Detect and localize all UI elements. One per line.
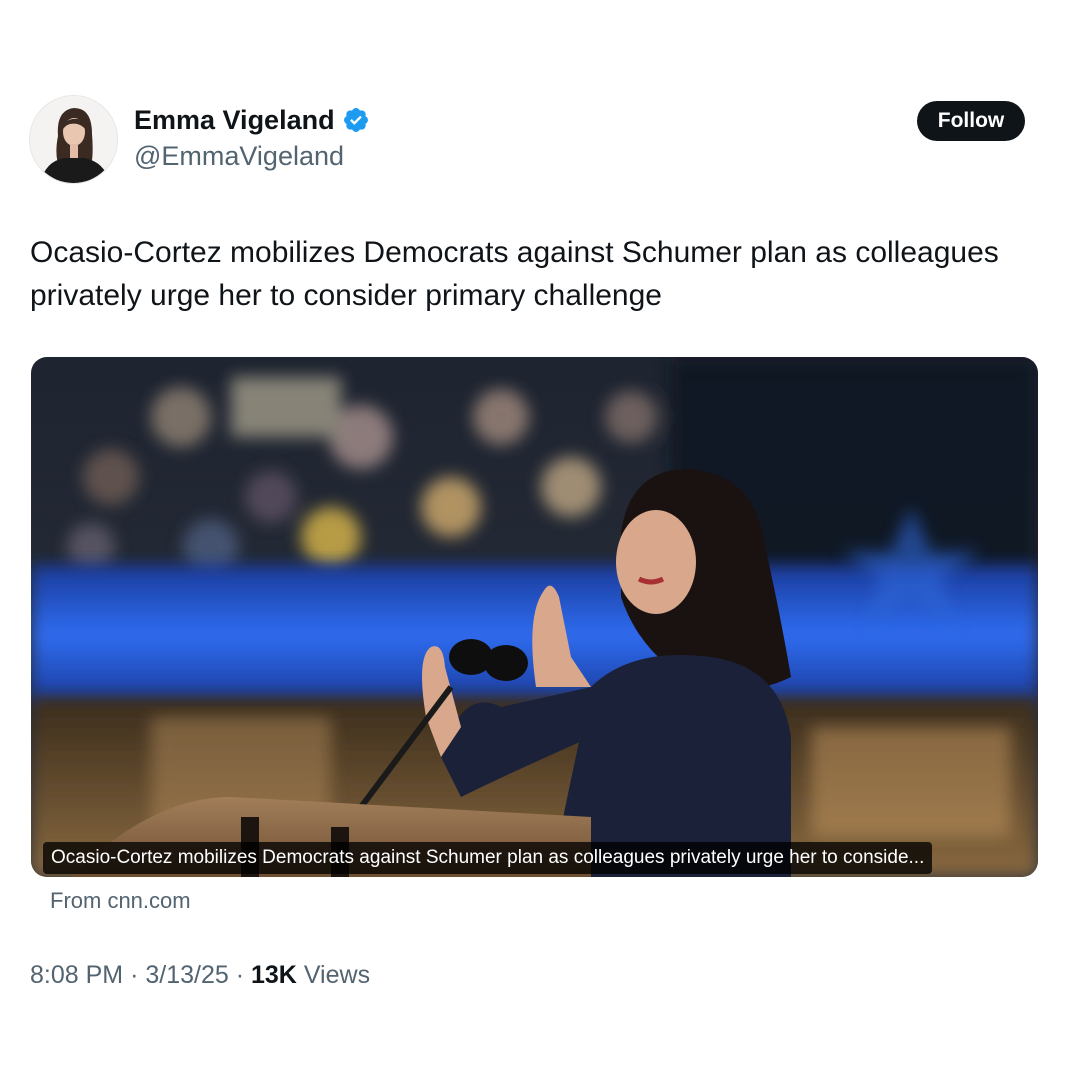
verified-badge-icon	[343, 108, 368, 132]
card-caption: Ocasio-Cortez mobilizes Democrats agains…	[43, 842, 933, 874]
tweet-time[interactable]: 8:08 PM	[30, 961, 123, 989]
tweet-date[interactable]: 3/13/25	[145, 961, 228, 989]
views-label: Views	[303, 961, 371, 989]
display-name[interactable]: Emma Vigeland	[134, 102, 370, 138]
link-card[interactable]: Ocasio-Cortez mobilizes Democrats agains…	[31, 357, 1038, 877]
follow-button[interactable]: Follow	[917, 101, 1025, 141]
tweet-meta: 8:08 PM · 3/13/25 · 13K Views	[30, 959, 370, 991]
meta-separator: ·	[130, 961, 139, 989]
tweet-text: Ocasio-Cortez mobilizes Democrats agains…	[30, 236, 999, 312]
user-handle[interactable]: @EmmaVigeland	[134, 139, 344, 173]
avatar[interactable]	[29, 95, 118, 184]
avatar-portrait	[30, 96, 117, 183]
card-source-link[interactable]: From cnn.com	[50, 886, 191, 916]
meta-separator: ·	[235, 961, 245, 989]
views-count: 13K	[251, 961, 297, 989]
article-photo	[31, 357, 1038, 877]
display-name-text: Emma Vigeland	[134, 105, 335, 135]
